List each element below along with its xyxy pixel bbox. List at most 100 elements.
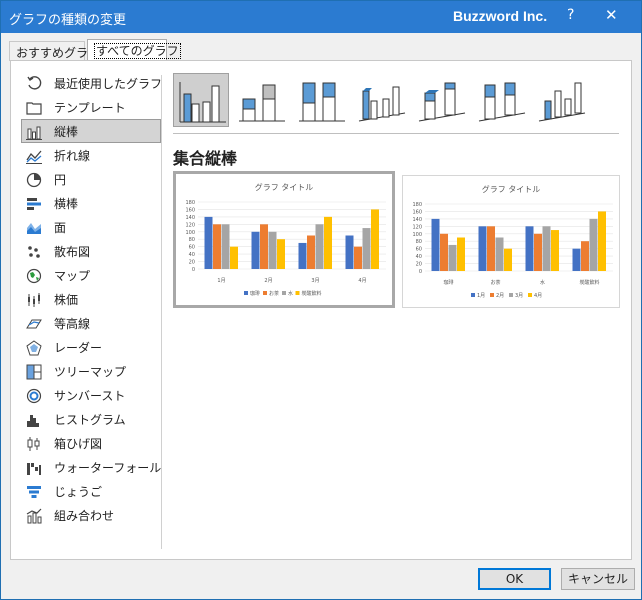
sidebar-item-line-chart[interactable]: 折れ線 <box>21 143 161 167</box>
sidebar-item-treemap-chart[interactable]: ツリーマップ <box>21 359 161 383</box>
tab-panel: 最近使用したグラフ テンプレート縦棒 折れ線円横棒面散布図マップ 株価等高線レーダーツ… <box>10 60 632 560</box>
column-chart-icon <box>26 126 42 140</box>
sidebar-item-recent[interactable]: 最近使用したグラフ <box>21 71 163 95</box>
sidebar-item-bar-chart[interactable]: 横棒 <box>21 191 161 215</box>
sidebar-item-label: 円 <box>54 173 67 187</box>
legend-entry: 3月 <box>515 293 523 299</box>
map-chart-icon <box>26 268 42 284</box>
cancel-button[interactable]: キャンセル <box>561 568 635 590</box>
sidebar-item-histogram-chart[interactable]: ヒストグラム <box>21 407 161 431</box>
y-tick-label: 60 <box>189 245 195 251</box>
3d-clustered-column-icon <box>358 86 406 122</box>
sidebar-item-stock-chart[interactable]: 株価 <box>21 287 161 311</box>
legend-swatch <box>509 293 513 297</box>
bar <box>457 237 465 271</box>
bar <box>440 233 448 271</box>
sidebar-item-area-chart[interactable]: 面 <box>21 215 161 239</box>
bar <box>268 231 277 269</box>
sidebar-item-label: じょうご <box>54 485 103 499</box>
bar <box>251 231 260 269</box>
area-chart-icon <box>27 223 41 234</box>
y-tick-label: 0 <box>419 269 422 275</box>
tab-recommended[interactable]: おすすめグラフ <box>9 41 100 61</box>
subtype-3d-clustered-column[interactable] <box>353 73 409 127</box>
combo-chart-icon <box>26 508 42 524</box>
legend-entry: 珈琲 <box>250 290 260 297</box>
x-tick-label: お茶 <box>490 279 500 286</box>
legend-entry: 1月 <box>477 293 485 299</box>
bar <box>572 248 581 271</box>
legend-entry: 炭酸飲料 <box>302 290 322 297</box>
sidebar-item-scatter-chart[interactable]: 散布図 <box>21 239 161 263</box>
y-tick-label: 180 <box>412 202 422 208</box>
sidebar-item-radar-chart[interactable]: レーダー <box>21 335 161 359</box>
chart-preview-svg: グラフ タイトル 180160 140120 10080 6040 200 1月 2月 3月 4月… <box>185 182 386 297</box>
x-tick-label: 4月 <box>358 278 366 284</box>
subtype-3d-column[interactable] <box>533 73 589 127</box>
y-tick-label: 180 <box>185 200 195 206</box>
scatter-chart-icon <box>28 246 40 258</box>
sidebar-item-sunburst-chart[interactable]: サンバースト <box>21 383 161 407</box>
bar <box>504 248 512 271</box>
x-tick-label: 1月 <box>217 278 225 284</box>
funnel-chart-icon <box>27 486 41 498</box>
sidebar-item-funnel-chart[interactable]: じょうご <box>21 479 161 503</box>
y-tick-label: 20 <box>416 262 422 268</box>
bar <box>448 244 457 271</box>
ok-button[interactable]: OK <box>478 568 551 590</box>
tab-label: すべてのグラフ <box>94 43 181 59</box>
sidebar-item-label: ツリーマップ <box>54 365 127 379</box>
x-tick-label: 珈琲 <box>443 279 453 286</box>
bar <box>362 228 371 269</box>
waterfall-chart-icon <box>27 463 41 475</box>
bar <box>542 226 551 271</box>
y-tick-label: 140 <box>185 215 195 221</box>
divider <box>161 75 162 549</box>
sidebar-item-waterfall-chart[interactable]: ウォーターフォール <box>21 455 161 479</box>
bar <box>534 233 542 271</box>
subtype-3d-100-stacked-column[interactable] <box>473 73 529 127</box>
brand-label: Buzzword Inc. <box>453 8 548 24</box>
legend-entry: 水 <box>288 290 293 297</box>
legend-swatch <box>282 291 286 295</box>
sidebar-item-pie-chart[interactable]: 円 <box>21 167 161 191</box>
subtype-stacked-column[interactable] <box>233 73 289 127</box>
line-chart-icon <box>26 150 42 164</box>
legend-entry: 2月 <box>496 293 504 299</box>
sidebar-item-label: レーダー <box>54 341 103 355</box>
tab-all-charts[interactable]: すべてのグラフ <box>87 39 181 61</box>
x-tick-label: 3月 <box>311 278 319 284</box>
sidebar-item-folder[interactable]: テンプレート <box>21 95 161 119</box>
y-tick-label: 100 <box>412 232 422 238</box>
legend-swatch <box>471 293 475 297</box>
sidebar-item-label: 最近使用したグラフ <box>54 77 163 91</box>
bar <box>598 211 606 271</box>
folder-icon <box>26 102 42 115</box>
sidebar-item-label: 散布図 <box>54 245 91 259</box>
sunburst-chart-icon <box>26 388 42 404</box>
chart-preview-svg: グラフ タイトル 180160 140120 10080 6040 200 珈琲 お茶 水 炭酸飲… <box>412 184 613 299</box>
sidebar-item-label: 等高線 <box>54 317 91 331</box>
help-button[interactable]: ? <box>567 7 574 23</box>
bar <box>371 209 379 269</box>
bar <box>581 241 589 271</box>
y-tick-label: 20 <box>189 260 195 266</box>
histogram-chart-icon <box>27 415 39 427</box>
sidebar-item-column-chart[interactable]: 縦棒 <box>21 119 161 143</box>
sidebar-item-label: テンプレート <box>54 101 126 115</box>
sidebar-item-combo-chart[interactable]: 組み合わせ <box>21 503 161 527</box>
sidebar-item-map-chart[interactable]: マップ <box>21 263 161 287</box>
y-tick-label: 40 <box>189 252 195 258</box>
subtype-clustered-column[interactable] <box>173 73 229 127</box>
sidebar-item-surface-chart[interactable]: 等高線 <box>21 311 161 335</box>
chart-preview-2[interactable]: グラフ タイトル 180 160 140 120 100 80 60 40 20 0 珈琲 お茶 水 炭酸飲… <box>402 175 620 308</box>
x-tick-label: 炭酸飲料 <box>579 279 599 286</box>
subtype-100-stacked-column[interactable] <box>293 73 349 127</box>
bar <box>589 218 598 271</box>
chart-preview-1[interactable]: グラフ タイトル 180 160 140 120 100 80 60 40 20 0 1月 2月 3月 4月… <box>173 171 395 308</box>
sidebar-item-box-whisker-chart[interactable]: 箱ひげ図 <box>21 431 161 455</box>
subtype-3d-stacked-column[interactable] <box>413 73 469 127</box>
close-button[interactable]: ✕ <box>605 6 618 24</box>
title-bar: グラフの種類の変更 Buzzword Inc. ? ✕ <box>1 1 641 33</box>
stock-chart-icon <box>28 293 40 307</box>
